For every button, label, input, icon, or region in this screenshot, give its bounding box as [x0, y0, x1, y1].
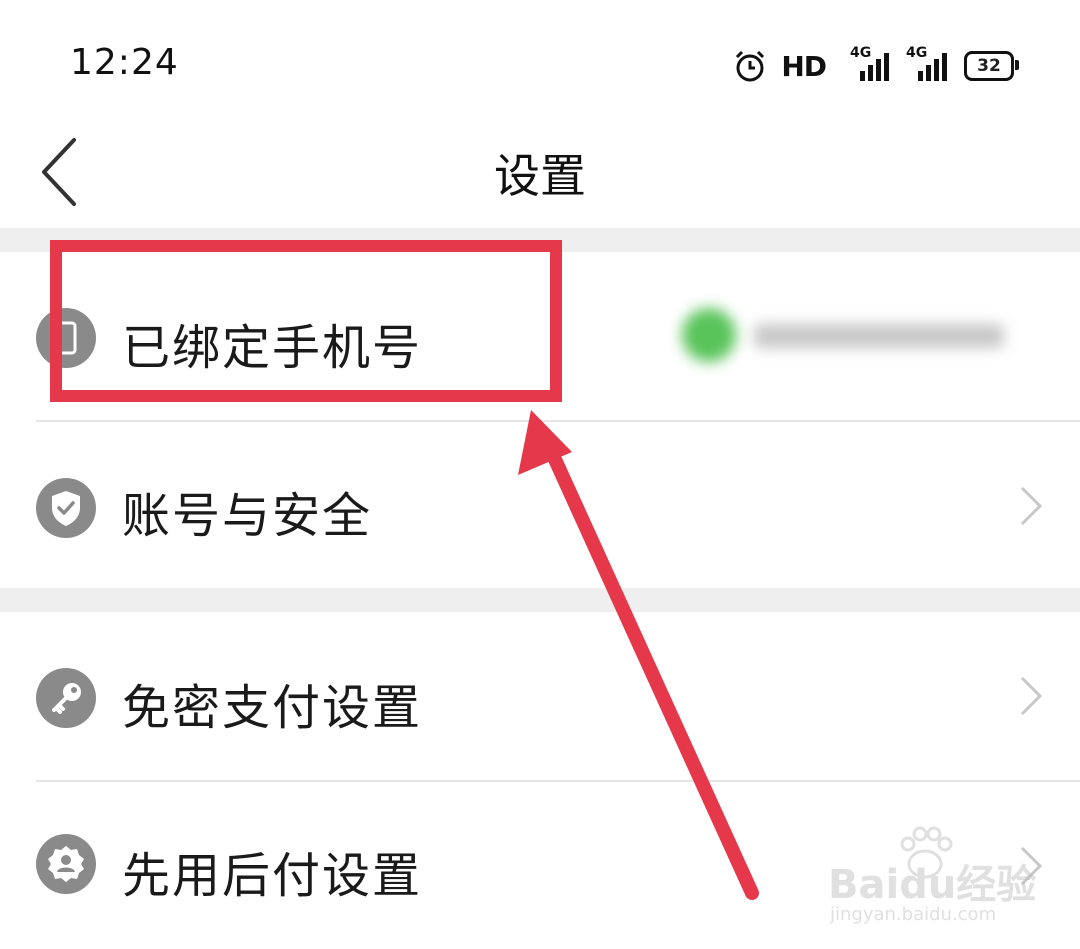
settings-item-label: 先用后付设置 — [122, 848, 423, 904]
phone-icon — [36, 308, 96, 368]
clock: 12:24 — [70, 42, 179, 83]
status-bar: 12:24 HD 4G 4G 32 — [0, 0, 1080, 110]
section-divider — [0, 588, 1080, 612]
network-type-label: 4G — [850, 45, 872, 61]
battery-icon: 32 — [964, 51, 1019, 81]
chevron-right-icon — [1020, 846, 1043, 886]
battery-level: 32 — [977, 56, 1001, 76]
page-title: 设置 — [494, 149, 586, 203]
settings-item-account-security[interactable]: 账号与安全 — [0, 422, 1080, 588]
chevron-right-icon — [1020, 486, 1043, 526]
section-divider — [0, 228, 1080, 252]
settings-item-password-free-payment[interactable]: 免密支付设置 — [0, 612, 1080, 780]
alarm-icon — [736, 50, 765, 82]
chevron-right-icon — [1020, 676, 1043, 716]
status-icons: HD 4G 4G 32 — [733, 44, 1019, 88]
settings-item-label: 已绑定手机号 — [122, 320, 423, 376]
network-type-label-sim2: 4G — [906, 45, 928, 61]
badge-user-icon — [36, 834, 96, 894]
settings-item-label: 账号与安全 — [122, 488, 373, 544]
signal-strength-icon-sim2: 4G — [906, 45, 950, 81]
bound-phone-number-blurred — [676, 306, 1056, 366]
shield-check-icon — [36, 478, 96, 538]
settings-item-label: 免密支付设置 — [122, 680, 423, 736]
signal-strength-icon: 4G — [840, 45, 892, 81]
header: 设置 — [0, 110, 1080, 228]
settings-item-pay-later[interactable]: 先用后付设置 — [0, 782, 1080, 949]
key-icon — [36, 668, 96, 728]
hd-voice-indicator: HD — [781, 49, 827, 83]
